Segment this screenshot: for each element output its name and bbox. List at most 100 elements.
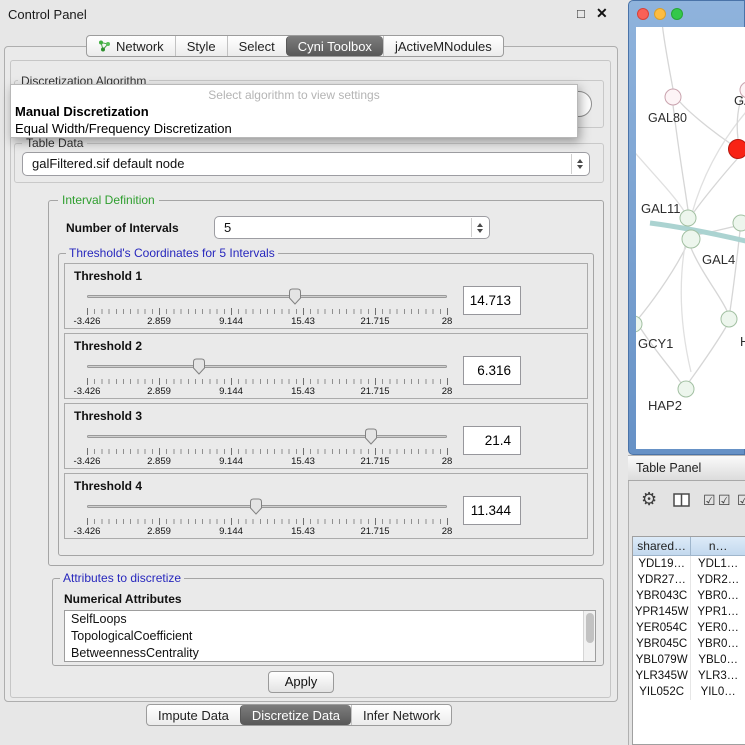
threshold-value-field[interactable]: 11.344 (463, 496, 521, 525)
tab-label: Network (116, 39, 164, 54)
close-icon[interactable]: ✕ (596, 5, 608, 22)
column-header-name[interactable]: n… (691, 537, 745, 556)
table-row[interactable]: YDL19…YDL1… (633, 556, 745, 572)
slider-major-tick (87, 448, 88, 455)
threshold-value-field[interactable]: 6.316 (463, 356, 521, 385)
apply-button[interactable]: Apply (268, 671, 334, 693)
table-data-selected-value: galFiltered.sif default node (32, 156, 184, 171)
slider-thumb[interactable] (250, 498, 263, 515)
table-row[interactable]: YPR145WYPR1… (633, 604, 745, 620)
slider-major-tick (303, 448, 304, 455)
slider-major-tick (447, 448, 448, 455)
columns-icon[interactable] (673, 493, 690, 512)
tab-jactivemnodules[interactable]: jActiveMNodules (383, 36, 503, 56)
table-cell-name: YDL1… (691, 556, 745, 572)
threshold-value-field[interactable]: 14.713 (463, 286, 521, 315)
table-data-combobox[interactable]: galFiltered.sif default node (22, 152, 590, 176)
table-panel-title: Table Panel (636, 461, 745, 475)
table-row[interactable]: YIL052CYIL0… (633, 684, 745, 700)
table-cell-shared-name: YIL052C (633, 684, 691, 700)
slider-track[interactable] (87, 295, 447, 298)
table-row[interactable]: YDR27…YDR2… (633, 572, 745, 588)
tick-label: -3.426 (74, 526, 101, 537)
list-item[interactable]: SelfLoops (65, 611, 595, 628)
number-of-intervals-combobox[interactable]: 5 (214, 216, 490, 239)
list-scrollbar[interactable] (583, 611, 595, 661)
slider-track[interactable] (87, 365, 447, 368)
table-row[interactable]: YBL079WYBL0… (633, 652, 745, 668)
network-view-window: GAL80 GA GAL11 GAL4 GCY1 HAP2 H (628, 0, 745, 455)
table-row[interactable]: YBR043CYBR0… (633, 588, 745, 604)
table-cell-name: YBL0… (691, 652, 745, 668)
tick-label: 9.144 (219, 316, 243, 327)
checkbox-checked-icon[interactable]: ☑ (718, 492, 731, 509)
tick-label: 9.144 (219, 526, 243, 537)
network-node[interactable] (680, 210, 696, 226)
column-header-shared-name[interactable]: shared… (633, 537, 691, 556)
minimize-icon[interactable]: □ (577, 6, 585, 21)
table-cell-name: YBR0… (691, 588, 745, 604)
slider-ticks (87, 449, 447, 454)
slider-major-tick (375, 378, 376, 385)
threshold-slider[interactable] (87, 428, 447, 446)
checkbox-checked-icon[interactable]: ☑ (737, 492, 745, 509)
close-traffic-light[interactable] (637, 8, 649, 20)
slider-track[interactable] (87, 435, 447, 438)
table-row[interactable]: YBR045CYBR0… (633, 636, 745, 652)
tab-infer-network[interactable]: Infer Network (351, 705, 451, 725)
algorithm-option-equal-width[interactable]: Equal Width/Frequency Discretization (15, 121, 232, 136)
slider-thumb[interactable] (192, 358, 205, 375)
network-node-selected[interactable] (729, 140, 745, 159)
checkbox-checked-icon[interactable]: ☑ (703, 492, 716, 509)
slider-major-tick (375, 518, 376, 525)
network-canvas[interactable]: GAL80 GA GAL11 GAL4 GCY1 HAP2 H (636, 27, 745, 449)
minimize-traffic-light[interactable] (654, 8, 666, 20)
slider-major-tick (87, 378, 88, 385)
tab-label: Style (187, 39, 216, 54)
zoom-traffic-light[interactable] (671, 8, 683, 20)
slider-major-tick (231, 518, 232, 525)
scrollbar-thumb[interactable] (586, 613, 594, 643)
network-node-label: GAL4 (702, 252, 735, 267)
network-node[interactable] (678, 381, 694, 397)
slider-thumb[interactable] (288, 288, 301, 305)
algorithm-option-manual[interactable]: Manual Discretization (15, 104, 149, 119)
slider-major-tick (447, 518, 448, 525)
table-cell-shared-name: YER054C (633, 620, 691, 636)
threshold-slider[interactable] (87, 358, 447, 376)
network-node[interactable] (665, 89, 681, 105)
slider-major-tick (231, 308, 232, 315)
threshold-slider[interactable] (87, 498, 447, 516)
slider-major-tick (159, 518, 160, 525)
table-row[interactable]: YER054CYER0… (633, 620, 745, 636)
threshold-value-field[interactable]: 21.4 (463, 426, 521, 455)
tab-select[interactable]: Select (227, 36, 286, 56)
tab-style[interactable]: Style (175, 36, 227, 56)
combobox-stepper-icon[interactable] (471, 218, 488, 237)
network-node[interactable] (721, 311, 737, 327)
tab-label: Impute Data (158, 708, 229, 723)
slider-thumb[interactable] (365, 428, 378, 445)
tick-label: 15.43 (291, 316, 315, 327)
table-row[interactable]: YLR345WYLR3… (633, 668, 745, 684)
network-node[interactable] (733, 215, 745, 231)
tab-impute-data[interactable]: Impute Data (147, 705, 240, 725)
tick-label: 28 (442, 316, 453, 327)
list-item[interactable]: TopologicalCoefficient (65, 628, 595, 645)
network-node[interactable] (682, 230, 700, 248)
tab-discretize-data[interactable]: Discretize Data (240, 705, 351, 725)
numerical-attributes-list[interactable]: SelfLoopsTopologicalCoefficientBetweenne… (64, 610, 596, 662)
slider-major-tick (303, 378, 304, 385)
slider-track[interactable] (87, 505, 447, 508)
network-icon (98, 40, 111, 52)
tick-label: 28 (442, 386, 453, 397)
list-item[interactable]: BetweennessCentrality (65, 645, 595, 662)
threshold-slider[interactable] (87, 288, 447, 306)
slider-major-tick (447, 308, 448, 315)
tab-network[interactable]: Network (87, 36, 175, 56)
combobox-stepper-icon[interactable] (571, 154, 588, 174)
gear-icon[interactable]: ⚙ (641, 489, 657, 510)
tab-cyni-toolbox[interactable]: Cyni Toolbox (286, 36, 383, 56)
algorithm-placeholder: Select algorithm to view settings (11, 88, 577, 102)
threshold-label: Threshold 3 (74, 409, 142, 423)
